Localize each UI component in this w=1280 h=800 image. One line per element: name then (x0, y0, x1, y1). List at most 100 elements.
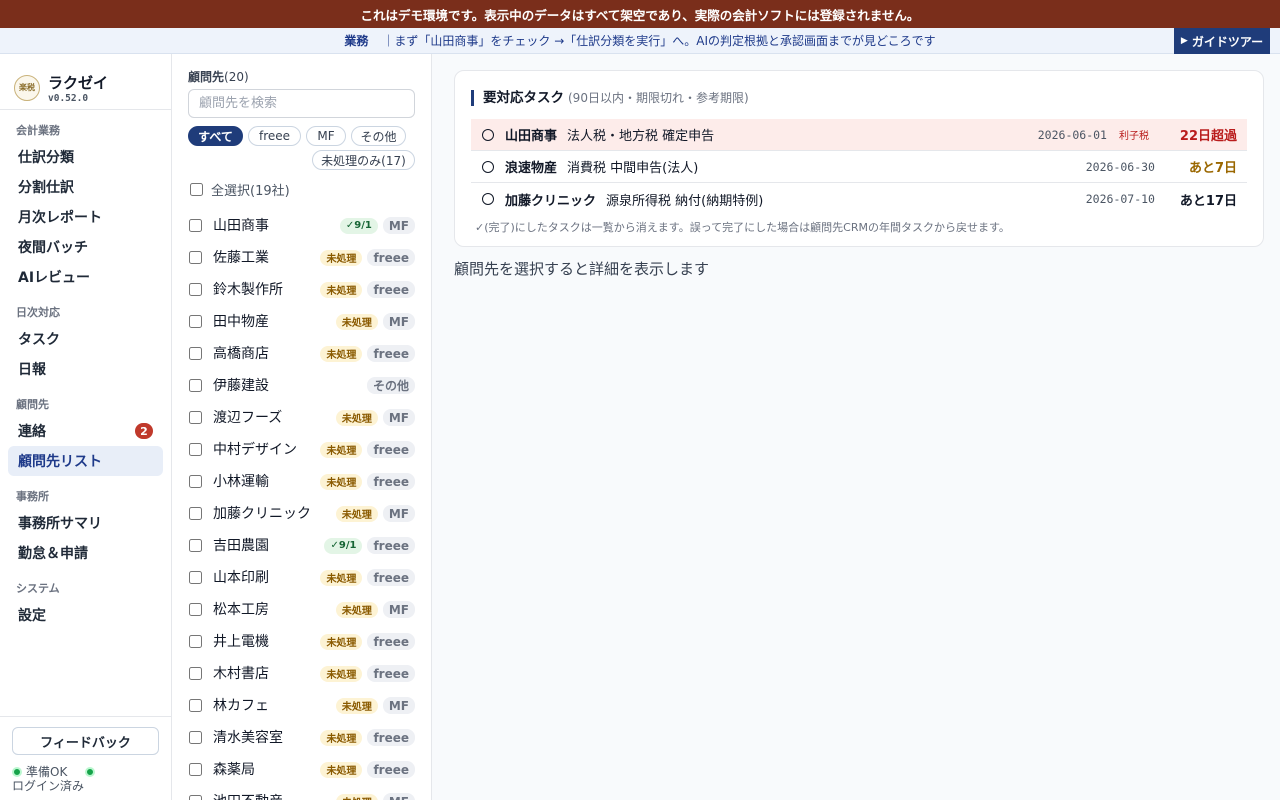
client-checkbox[interactable] (189, 442, 202, 456)
client-count: (20) (224, 70, 249, 84)
task-date: 2026-07-10 (1085, 192, 1155, 206)
nav-item-attendance[interactable]: 勤怠＆申請 (8, 538, 163, 568)
client-checkbox[interactable] (189, 794, 202, 800)
client-checkbox[interactable] (189, 570, 202, 584)
client-row[interactable]: 伊藤建設 その他 (172, 369, 431, 401)
client-status-badge: ✓9/1 (324, 537, 363, 554)
client-tags: 未処理MF (331, 601, 415, 618)
client-checkbox[interactable] (189, 698, 202, 712)
client-row[interactable]: 林カフェ 未処理 MF (172, 689, 431, 721)
client-software-badge: MF (382, 217, 415, 234)
client-row[interactable]: 加藤クリニック 未処理 MF (172, 497, 431, 529)
nav-item-daily-report[interactable]: 日報 (8, 354, 163, 384)
client-tags: 未処理 freee (315, 345, 415, 362)
task-client: 浪速物産 (505, 161, 558, 176)
client-row[interactable]: 佐藤工業 未処理 freee (172, 241, 431, 273)
task-row[interactable]: 浪速物産 消費税 中間申告(法人) 2026-06-30 あと7日 (471, 151, 1247, 183)
client-checkbox[interactable] (189, 474, 202, 488)
client-checkbox[interactable] (189, 762, 202, 776)
app-name: ラクゼイ (48, 73, 109, 92)
client-checkbox[interactable] (189, 410, 202, 424)
nav-item-contact-label: 連絡 (18, 424, 46, 440)
client-row[interactable]: 森薬局 未処理 freee (172, 753, 431, 785)
client-row[interactable]: 高橋商店 未処理 freee (172, 337, 431, 369)
client-status-badge: 未処理 (320, 441, 363, 458)
client-checkbox[interactable] (189, 666, 202, 680)
task-row[interactable]: 山田商事 法人税・地方税 確定申告 2026-06-01 利子税 22日超過 (471, 119, 1247, 151)
client-checkbox[interactable] (189, 378, 202, 392)
task-client: 加藤クリニック (505, 193, 597, 209)
client-checkbox[interactable] (189, 634, 202, 648)
client-status-badge: 未処理 (320, 473, 363, 490)
feedback-button[interactable]: フィードバック (12, 727, 159, 755)
client-tags: 未処理 freee (315, 281, 415, 298)
client-checkbox[interactable] (189, 506, 202, 520)
filter-other[interactable]: その他 (351, 126, 406, 146)
client-checkbox[interactable] (189, 250, 202, 264)
client-row[interactable]: 田中物産 未処理 MF (172, 305, 431, 337)
task-row[interactable]: 加藤クリニック 源泉所得税 納付(納期特例) 2026-07-10 あと17日 (471, 183, 1247, 215)
filter-unprocessed[interactable]: 未処理のみ(17) (312, 150, 415, 170)
client-name: 井上電機 (213, 634, 269, 650)
client-checkbox[interactable] (189, 346, 202, 360)
nav-item-split-journal[interactable]: 分割仕訳 (8, 172, 163, 202)
client-name: 木村書店 (213, 666, 269, 682)
client-checkbox[interactable] (189, 538, 202, 552)
client-name: 池田不動産 (213, 791, 283, 800)
client-search-input[interactable] (188, 89, 415, 118)
client-checkbox[interactable] (189, 602, 202, 616)
select-all-checkbox[interactable] (190, 183, 203, 196)
client-row[interactable]: 木村書店 未処理 freee (172, 657, 431, 689)
task-name: 源泉所得税 納付(納期特例) (606, 193, 764, 209)
filter-freee[interactable]: freee (248, 126, 301, 146)
select-all[interactable]: 全選択(19社) (190, 180, 290, 199)
task-name: 消費税 中間申告(法人) (567, 161, 699, 176)
nav-section-office: 事務所 (16, 490, 49, 503)
demo-banner-text: これはデモ環境です。表示中のデータはすべて架空であり、実際の会計ソフトには登録さ… (360, 7, 920, 23)
client-row[interactable]: 中村デザイン 未処理 freee (172, 433, 431, 465)
task-complete-toggle[interactable] (482, 193, 494, 205)
client-tags: 未処理MF (331, 697, 415, 714)
client-software-badge: MF (382, 697, 415, 714)
client-name: 高橋商店 (213, 346, 269, 362)
client-tags: 未処理MF (331, 409, 415, 426)
nav-item-office-summary[interactable]: 事務所サマリ (8, 508, 163, 538)
client-row[interactable]: 山本印刷 未処理 freee (172, 561, 431, 593)
nav-item-client-list[interactable]: 顧問先リスト (8, 446, 163, 476)
client-name: 林カフェ (213, 698, 269, 714)
nav-item-journal-classify[interactable]: 仕訳分類 (8, 142, 163, 172)
client-checkbox[interactable] (189, 282, 202, 296)
task-client: 山田商事 (505, 129, 558, 144)
client-software-badge: MF (382, 601, 415, 618)
nav-item-contact[interactable]: 連絡 2 (8, 416, 163, 446)
client-software-badge: freee (367, 281, 415, 298)
client-row[interactable]: 山田商事 ✓9/1 MF (172, 209, 431, 241)
client-status-badge: 未処理 (320, 569, 363, 586)
nav-item-settings[interactable]: 設定 (8, 600, 163, 630)
client-software-badge: freee (367, 441, 415, 458)
client-tags: 未処理 freee (315, 665, 415, 682)
client-row[interactable]: 小林運輸 未処理 freee (172, 465, 431, 497)
client-row[interactable]: 吉田農園 ✓9/1 freee (172, 529, 431, 561)
client-row[interactable]: 渡辺フーズ 未処理 MF (172, 401, 431, 433)
client-row[interactable]: 鈴木製作所 未処理 freee (172, 273, 431, 305)
client-checkbox[interactable] (189, 314, 202, 328)
client-row[interactable]: 松本工房 未処理 MF (172, 593, 431, 625)
client-row[interactable]: 池田不動産 未処理 MF (172, 785, 431, 800)
filter-all[interactable]: すべて (188, 126, 243, 146)
client-checkbox[interactable] (189, 730, 202, 744)
client-status-badge: 未処理 (320, 281, 363, 298)
nav-item-night-batch[interactable]: 夜間バッチ (8, 232, 163, 262)
nav-item-ai-review[interactable]: AIレビュー (8, 262, 163, 292)
task-complete-toggle[interactable] (482, 160, 494, 173)
client-checkbox[interactable] (189, 218, 202, 232)
filter-mf[interactable]: MF (306, 126, 346, 146)
client-row[interactable]: 清水美容室 未処理 freee (172, 721, 431, 753)
nav-item-monthly-report[interactable]: 月次レポート (8, 202, 163, 232)
guide-tour-button[interactable]: ▶ ガイドツアー (1174, 28, 1270, 54)
task-remaining: 22日超過 (1179, 129, 1237, 144)
client-tags: 未処理MF (331, 505, 415, 522)
nav-item-tasks[interactable]: タスク (8, 324, 163, 354)
client-row[interactable]: 井上電機 未処理 freee (172, 625, 431, 657)
task-complete-toggle[interactable] (482, 128, 494, 141)
